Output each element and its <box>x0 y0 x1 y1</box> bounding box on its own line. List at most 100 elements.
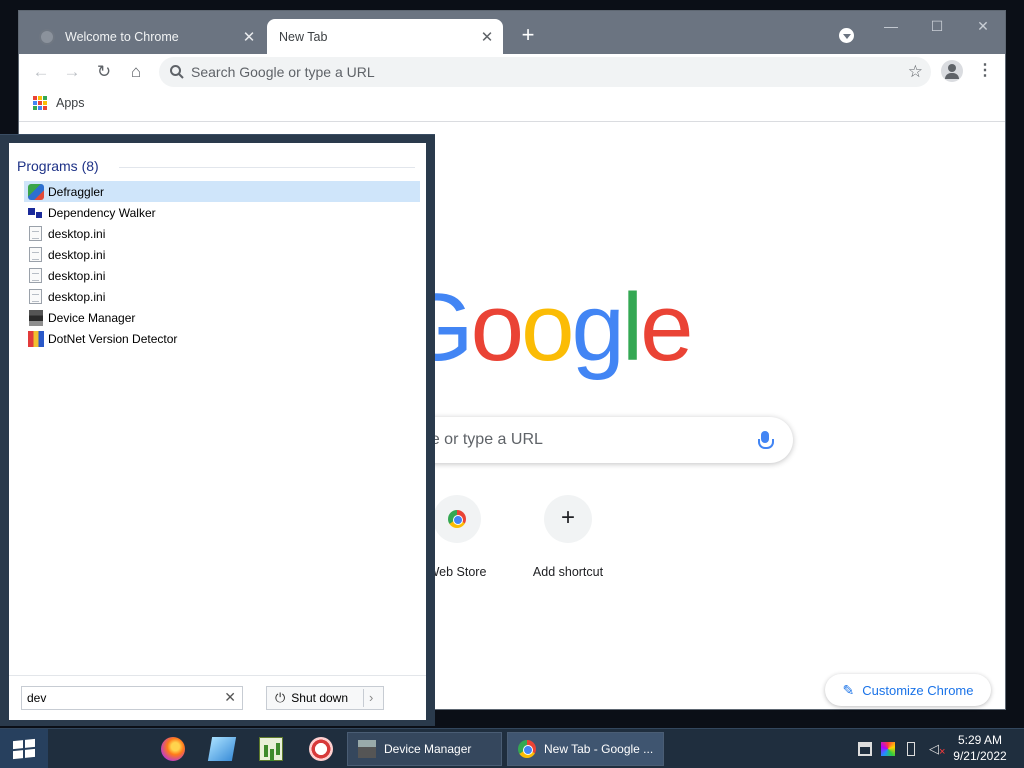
minimize-button[interactable]: — <box>875 17 907 37</box>
forward-arrow-icon[interactable]: → <box>60 60 84 84</box>
defraggler-icon <box>28 183 44 200</box>
shut-down-button[interactable]: ⏻ Shut down › <box>266 686 384 710</box>
bookmark-star-icon[interactable]: ☆ <box>908 62 923 82</box>
chart-icon[interactable] <box>259 737 283 761</box>
back-arrow-icon[interactable]: ← <box>29 60 53 84</box>
chrome-icon <box>518 740 536 758</box>
task-label: New Tab - Google ... <box>544 742 654 756</box>
search-icon <box>170 65 184 79</box>
color-picker-icon[interactable] <box>881 742 895 756</box>
google-logo: Google <box>399 274 694 381</box>
list-item[interactable]: desktop.ini <box>24 286 420 307</box>
list-item[interactable]: Dependency Walker <box>24 202 420 223</box>
tab-close-icon[interactable]: ✕ <box>239 28 259 46</box>
close-window-button[interactable]: ✕ <box>967 17 999 37</box>
power-icon: ⏻ <box>275 690 286 705</box>
tab-new-tab[interactable]: New Tab ✕ <box>267 19 503 54</box>
firefox-icon[interactable] <box>161 737 185 761</box>
start-search-box[interactable]: ✕ <box>21 686 243 710</box>
taskbar-chrome[interactable]: New Tab - Google ... <box>507 732 664 766</box>
task-label: Device Manager <box>384 742 472 756</box>
item-label: DotNet Version Detector <box>48 331 178 346</box>
taskbar: Device Manager New Tab - Google ... ◁ 5:… <box>0 728 1024 768</box>
list-item[interactable]: Device Manager <box>24 307 420 328</box>
profile-avatar-icon[interactable] <box>941 60 963 82</box>
shortcut-tile: + <box>544 495 592 543</box>
start-menu-panel: Programs (8) Defraggler Dependency Walke… <box>9 143 426 720</box>
programs-list: Defraggler Dependency Walker desktop.ini… <box>24 181 420 349</box>
network-icon[interactable] <box>858 742 872 756</box>
tab-welcome-to-chrome[interactable]: Welcome to Chrome ✕ <box>27 19 265 54</box>
volume-muted-icon[interactable]: ◁ <box>929 742 945 760</box>
bookmarks-bar: Apps <box>19 90 1005 122</box>
dotnet-icon <box>28 330 44 347</box>
omnibox-input[interactable] <box>191 62 891 82</box>
microphone-icon[interactable] <box>758 431 774 449</box>
section-divider <box>119 167 415 168</box>
item-label: desktop.ini <box>48 247 106 262</box>
list-item[interactable]: Defraggler <box>24 181 420 202</box>
dependency-walker-icon <box>28 204 44 221</box>
customize-label: Customize Chrome <box>862 682 974 698</box>
list-item[interactable]: desktop.ini <box>24 223 420 244</box>
clear-search-icon[interactable]: ✕ <box>224 689 236 706</box>
clock-date: 9/21/2022 <box>953 749 1007 763</box>
clock-time: 5:29 AM <box>957 733 1003 747</box>
file-icon <box>29 268 42 283</box>
programs-header: Programs (8) <box>17 158 99 174</box>
web-store-icon <box>448 510 466 528</box>
file-icon <box>29 247 42 262</box>
device-manager-icon <box>29 309 43 326</box>
footer-divider <box>9 675 426 676</box>
button-separator <box>363 689 364 707</box>
reload-icon[interactable]: ↻ <box>92 60 116 84</box>
home-icon[interactable]: ⌂ <box>124 60 148 84</box>
file-icon <box>29 289 42 304</box>
tab-close-icon[interactable]: ✕ <box>477 28 497 46</box>
list-item[interactable]: desktop.ini <box>24 265 420 286</box>
maximize-button[interactable]: ☐ <box>921 17 953 37</box>
tab-title: Welcome to Chrome <box>65 29 179 44</box>
start-search-input[interactable] <box>27 690 207 706</box>
start-button[interactable] <box>0 729 48 768</box>
windows-logo-icon <box>13 738 35 760</box>
tab-title: New Tab <box>279 29 328 44</box>
item-label: desktop.ini <box>48 226 106 241</box>
system-clock[interactable]: 5:29 AM 9/21/2022 <box>946 732 1014 764</box>
pencil-icon: ✎ <box>842 681 855 698</box>
logo-letter: e <box>640 274 693 381</box>
shut-down-label: Shut down <box>291 691 349 705</box>
device-manager-icon <box>358 740 376 758</box>
shortcut-add[interactable]: + Add shortcut <box>513 495 623 579</box>
item-label: Device Manager <box>48 310 136 325</box>
list-item[interactable]: desktop.ini <box>24 244 420 265</box>
notes-icon[interactable] <box>207 737 237 761</box>
taskbar-device-manager[interactable]: Device Manager <box>347 732 502 766</box>
start-menu: Programs (8) Defraggler Dependency Walke… <box>0 134 435 726</box>
item-label: Dependency Walker <box>48 205 156 220</box>
chrome-titlebar: Welcome to Chrome ✕ New Tab ✕ + — ☐ ✕ <box>19 11 1005 54</box>
apps-shortcut[interactable]: Apps <box>33 96 85 110</box>
snipping-icon[interactable] <box>309 737 333 761</box>
customize-chrome-button[interactable]: ✎ Customize Chrome <box>825 674 991 706</box>
list-item[interactable]: DotNet Version Detector <box>24 328 420 349</box>
chrome-favicon-icon <box>39 28 55 45</box>
chrome-menu-icon[interactable]: ⋮ <box>975 60 995 84</box>
item-label: Defraggler <box>48 184 105 199</box>
logo-letter: l <box>621 274 643 381</box>
tab-search-icon[interactable] <box>839 28 854 43</box>
item-label: desktop.ini <box>48 289 106 304</box>
logo-letter: o <box>470 274 524 381</box>
plus-icon: + <box>560 504 575 531</box>
logo-letter: o <box>521 274 574 381</box>
apps-label: Apps <box>56 96 85 110</box>
shutdown-options-arrow-icon[interactable]: › <box>369 690 373 705</box>
logo-letter: g <box>571 274 624 381</box>
item-label: desktop.ini <box>48 268 106 283</box>
file-icon <box>29 226 42 241</box>
omnibox[interactable]: ☆ <box>159 57 931 87</box>
shortcut-label: Add shortcut <box>532 565 604 579</box>
battery-icon[interactable] <box>907 742 915 756</box>
new-tab-button[interactable]: + <box>517 24 539 47</box>
apps-grid-icon <box>33 96 47 110</box>
